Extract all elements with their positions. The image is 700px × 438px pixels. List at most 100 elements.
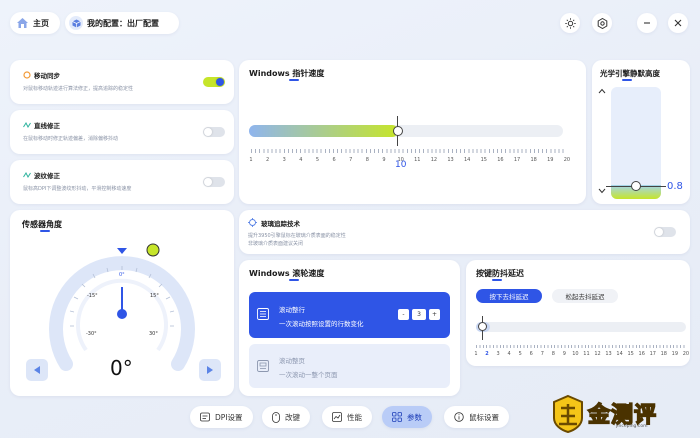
sensor-angle-value: 0°	[110, 356, 133, 380]
scroll-speed-title: Windows 滚轮速度	[249, 269, 325, 278]
gear-icon	[597, 17, 607, 29]
home-icon	[17, 18, 28, 28]
scroll-page-icon	[257, 360, 269, 372]
optical-lod-handle[interactable]	[631, 181, 641, 191]
sun-icon	[564, 17, 576, 29]
nav-key-remap-label: 改键	[285, 412, 300, 422]
chevron-down-icon[interactable]	[598, 188, 606, 194]
angle-snap-title: 直线修正	[34, 122, 60, 130]
nav-performance-label: 性能	[347, 412, 362, 422]
angle-snap-toggle[interactable]	[203, 127, 225, 137]
debounce-handle[interactable]	[478, 322, 487, 331]
profile-selector[interactable]: 我的配置：出厂配置	[65, 12, 179, 34]
ripple-title: 波纹修正	[34, 172, 60, 180]
performance-icon	[332, 412, 342, 422]
grid-icon	[392, 412, 402, 422]
ripple-desc: 鼠标高DPI下调整波纹形抖动，平滑控制移动速度	[23, 186, 132, 192]
nav-parameters[interactable]: 参数	[382, 406, 432, 428]
title-underline	[289, 279, 299, 281]
sensor-angle-card: 传感器角度 0° -15° 15° -30° 30° 0°	[10, 210, 234, 396]
scroll-page-title: 滚动整页	[279, 357, 305, 365]
title-underline	[622, 79, 632, 81]
tab-press-debounce[interactable]: 按下去抖延迟	[476, 289, 542, 303]
angle-scale-neg30: -30°	[86, 331, 97, 337]
debounce-card: 按键防抖延迟 按下去抖延迟 松起去抖延迟 1 2 3 4 5 6 7 8 9 10 11 12 13 14…	[466, 260, 690, 366]
nav-dpi-label: DPI设置	[215, 412, 243, 422]
pointer-speed-fill	[249, 125, 398, 137]
scroll-lines-stepper: - 3 +	[398, 309, 440, 320]
sensor-angle-title: 传感器角度	[22, 220, 62, 229]
pointer-speed-card: Windows 指针速度 1 2 3 4 5 6 7 8 9 10 11 12 13 14 15 16 17 18…	[239, 60, 586, 204]
mouse-icon	[272, 411, 280, 423]
watermark-logo: 金测评 jinceping.com	[550, 394, 692, 434]
chevron-up-icon[interactable]	[598, 88, 606, 94]
pointer-speed-value: 10	[395, 160, 407, 170]
home-label: 主页	[33, 18, 49, 28]
nav-mouse-settings-label: 鼠标设置	[469, 412, 499, 422]
angle-snap-icon	[23, 121, 31, 129]
debounce-tickmarks	[476, 345, 686, 348]
pointer-speed-ticks: 1 2 3 4 5 6 7 8 9 10 11 12 13 14 15 16 17 18 19 20	[249, 157, 571, 163]
scroll-line-option[interactable]: 滚动整行 一次滚动按照设置的行数变化 - 3 +	[249, 292, 450, 338]
scroll-lines-plus-button[interactable]: +	[429, 309, 440, 320]
pointer-speed-track[interactable]	[249, 125, 563, 137]
motion-sync-icon	[23, 71, 31, 79]
title-underline	[40, 230, 50, 232]
glass-tracking-toggle[interactable]	[654, 227, 676, 237]
motion-sync-desc: 对鼠标移动轨迹进行算法修正，提高追踪的稳定性	[23, 86, 134, 92]
triangle-left-icon	[34, 366, 40, 374]
ripple-icon	[23, 171, 31, 179]
motion-sync-card: 移动同步 对鼠标移动轨迹进行算法修正，提高追踪的稳定性	[10, 60, 234, 104]
minimize-button[interactable]	[637, 13, 657, 33]
pointer-speed-handle[interactable]	[393, 126, 403, 136]
tab-release-debounce[interactable]: 松起去抖延迟	[552, 289, 618, 303]
minimize-icon	[644, 22, 650, 24]
close-button[interactable]	[668, 13, 688, 33]
glass-tracking-desc1: 提升3950引擎鼠标在玻璃介质表面的稳定性	[248, 233, 346, 239]
angle-increase-button[interactable]	[199, 359, 221, 381]
title-underline	[492, 279, 502, 281]
scroll-page-desc: 一次滚动一整个页面	[279, 371, 338, 379]
motion-sync-toggle[interactable]	[203, 77, 225, 87]
crosshair-icon	[248, 218, 257, 227]
pointer-speed-tickmarks	[251, 149, 565, 153]
close-icon	[674, 19, 682, 27]
debounce-ticks: 1 2 3 4 5 6 7 8 9 10 11 12 13 14 15 16 17 18 19 20	[474, 351, 690, 357]
angle-decrease-button[interactable]	[26, 359, 48, 381]
scroll-line-icon	[257, 308, 269, 320]
ripple-toggle[interactable]	[203, 177, 225, 187]
glass-tracking-card: 玻璃追踪技术 提升3950引擎鼠标在玻璃介质表面的稳定性 非玻璃介质表面建议关闭	[239, 210, 690, 254]
scroll-line-desc: 一次滚动按照设置的行数变化	[279, 320, 364, 328]
profile-cube-icon	[69, 16, 83, 30]
title-underline	[289, 79, 299, 81]
optical-lod-title: 光学引擎静默高度	[600, 69, 660, 78]
debounce-title: 按键防抖延迟	[476, 269, 524, 278]
angle-scale-pos15: 15°	[150, 293, 159, 299]
scroll-speed-card: Windows 滚轮速度 滚动整行 一次滚动按照设置的行数变化 - 3 + 滚动…	[239, 260, 460, 396]
medal-icon	[553, 394, 583, 434]
settings-button[interactable]	[592, 13, 612, 33]
brightness-button[interactable]	[560, 13, 580, 33]
glass-tracking-desc2: 非玻璃介质表面建议关闭	[248, 241, 304, 247]
scroll-page-option[interactable]: 滚动整页 一次滚动一整个页面	[249, 344, 450, 388]
nav-parameters-label: 参数	[407, 412, 422, 422]
angle-scale-0: 0°	[119, 272, 125, 278]
profile-label: 我的配置：出厂配置	[87, 18, 159, 28]
dpi-icon	[200, 412, 210, 422]
info-icon	[454, 412, 464, 422]
ripple-card: 波纹修正 鼠标高DPI下调整波纹形抖动，平滑控制移动速度	[10, 160, 234, 204]
watermark-subtext: jinceping.com	[616, 424, 648, 429]
pointer-speed-title: Windows 指针速度	[249, 69, 325, 78]
triangle-right-icon	[207, 366, 213, 374]
nav-dpi-settings[interactable]: DPI设置	[190, 406, 253, 428]
nav-key-remap[interactable]: 改键	[262, 406, 310, 428]
glass-tracking-title: 玻璃追踪技术	[261, 220, 300, 228]
scroll-line-title: 滚动整行	[279, 306, 305, 314]
angle-scale-neg15: -15°	[87, 293, 98, 299]
nav-mouse-settings[interactable]: 鼠标设置	[444, 406, 509, 428]
debounce-track[interactable]	[476, 322, 686, 332]
scroll-lines-minus-button[interactable]: -	[398, 309, 409, 320]
scroll-lines-value[interactable]: 3	[412, 309, 426, 320]
nav-performance[interactable]: 性能	[322, 406, 372, 428]
home-button[interactable]: 主页	[10, 12, 60, 34]
